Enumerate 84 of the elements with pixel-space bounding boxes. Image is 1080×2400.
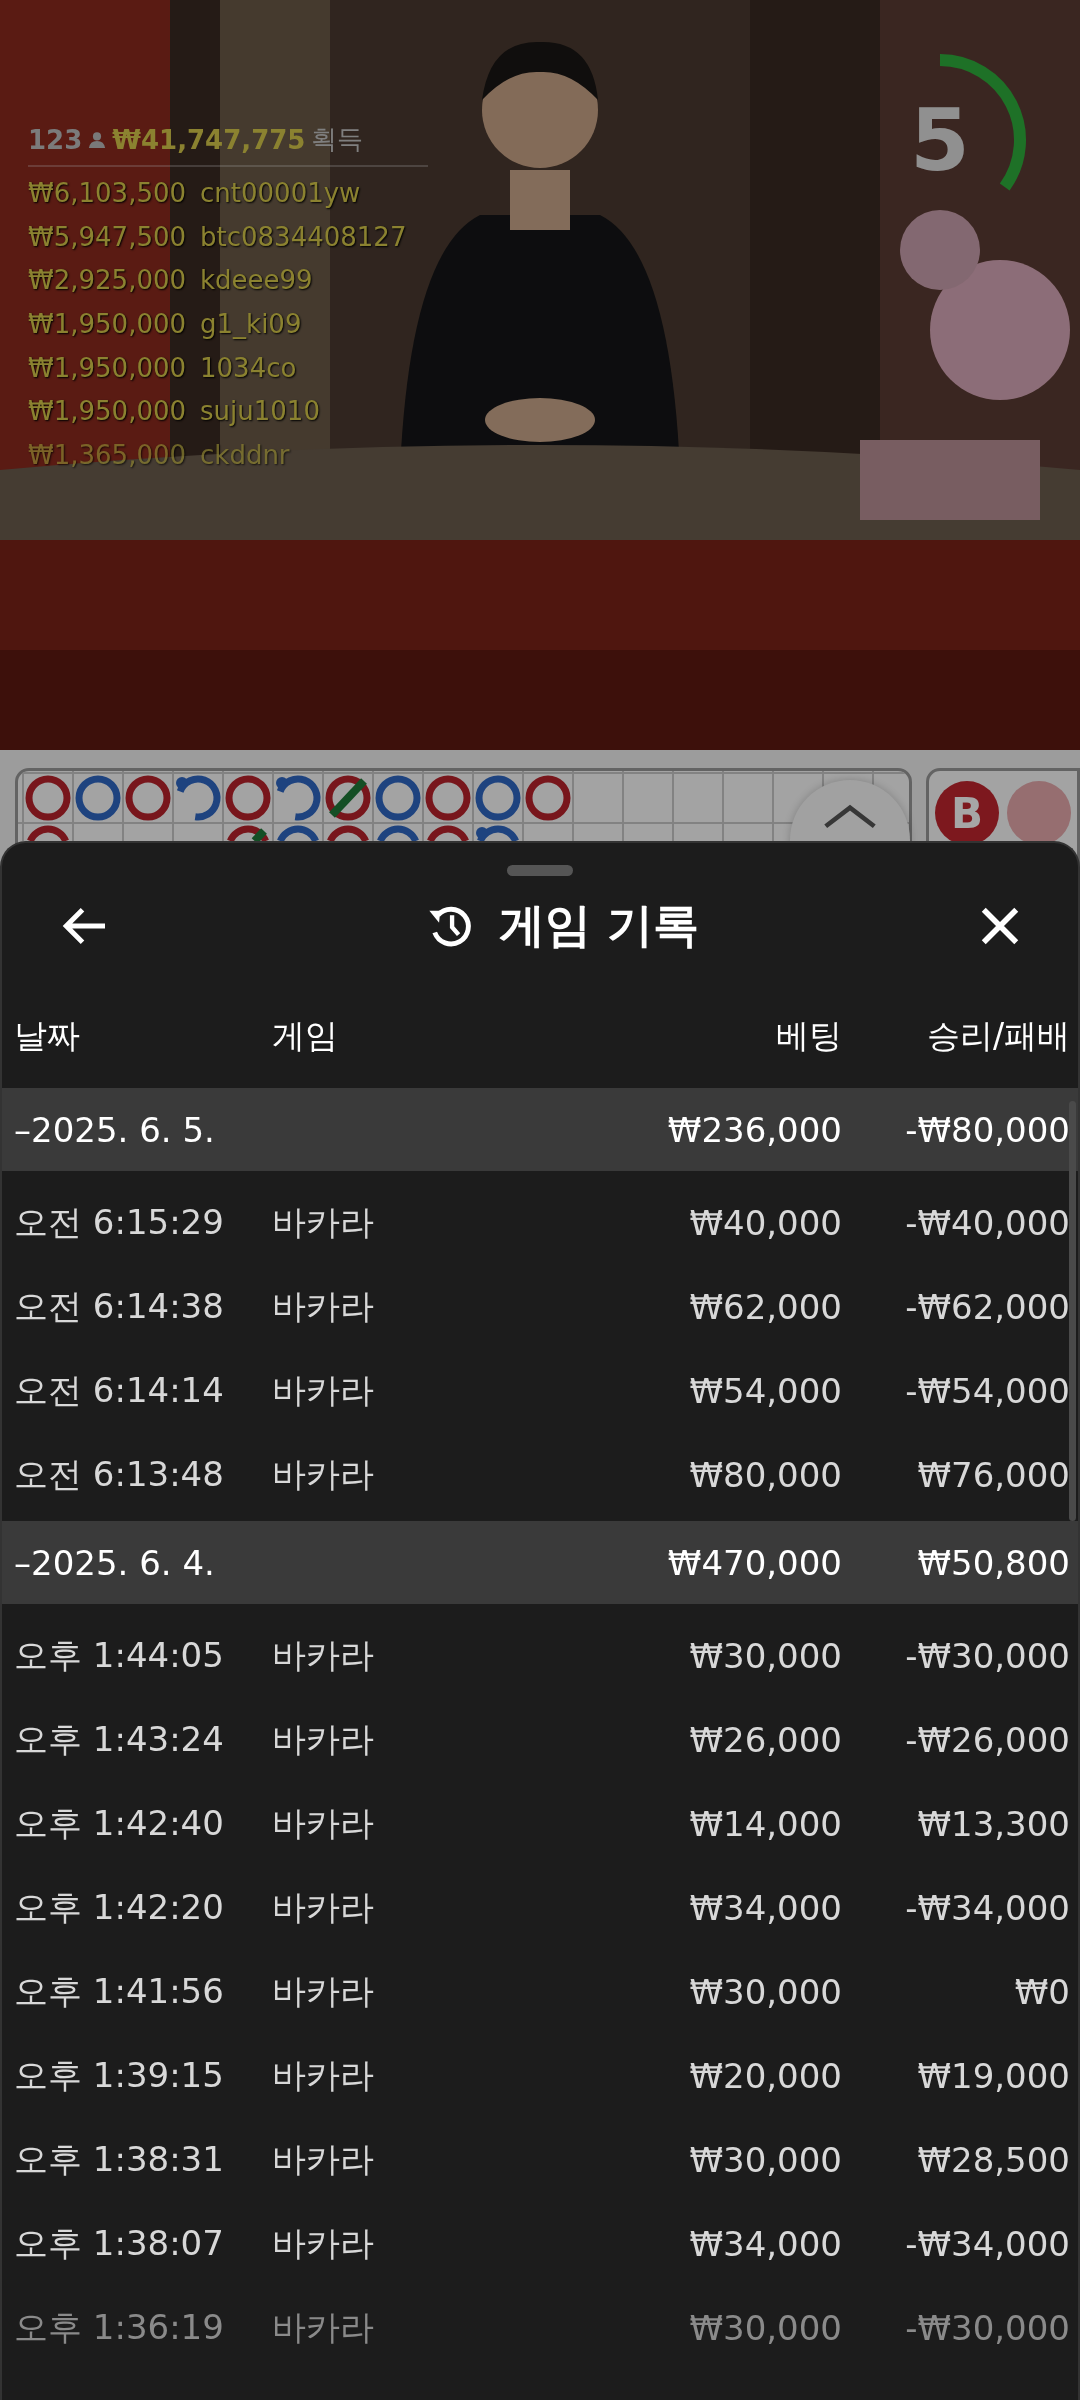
bet-cell-text: ₩30,000 [688,2308,842,2348]
column-header: 게임 [272,1014,339,1057]
winner-amount: ₩6,103,500 [28,177,187,208]
result-cell-text: -₩30,000 [904,1636,1070,1676]
result-cell-text: ₩13,300 [916,1804,1070,1844]
time-cell-text: 오후 1:41:56 [14,1970,225,2013]
game-cell-text: 바카라 [272,1718,375,1761]
winner-name: cnt00001yw [200,177,361,208]
time-cell-text: 오후 1:43:24 [14,1718,225,1761]
bet-total: ₩236,000 [666,1109,842,1150]
time-cell-text: 오후 1:36:19 [14,2306,225,2349]
date-cell-text: –2025. 6. 4. [14,1542,216,1583]
game-cell-text: 바카라 [272,2222,375,2265]
bet-cell-text: ₩62,000 [688,1287,842,1327]
bet-cell-text: ₩30,000 [688,1636,842,1676]
winner-amount: ₩5,947,500 [28,221,187,252]
time-cell-text: 오후 1:39:15 [14,2054,225,2097]
time-cell-text: 오후 1:38:31 [14,2138,225,2181]
time-cell-text: 오전 6:13:48 [14,1453,225,1496]
game-cell-text: 바카라 [272,1453,375,1496]
time-cell-text: 오전 6:15:29 [14,1201,225,1244]
game-cell-text: 바카라 [272,2138,375,2181]
bet-cell-text: ₩14,000 [688,1804,842,1844]
winner-name: ckddnr [200,439,290,470]
game-cell-text: 바카라 [272,1970,375,2013]
column-header: 날짜 [14,1014,81,1057]
game-cell-text: 바카라 [272,1886,375,1929]
result-cell-text: ₩28,500 [916,2140,1070,2180]
winner-name: g1_ki09 [200,308,302,339]
time-cell-text: 오후 1:44:05 [14,1634,225,1677]
date-cell-text: –2025. 6. 5. [14,1109,216,1150]
total-winnings: ₩41,747,775 [112,124,306,155]
column-header: 베팅 [775,1014,842,1057]
winner-name: 1034co [200,352,297,383]
game-cell-text: 바카라 [272,1634,375,1677]
bet-total: ₩470,000 [666,1542,842,1583]
winnings-label: 획득 [311,123,364,156]
winner-amount: ₩1,950,000 [28,308,187,339]
result-cell-text: ₩19,000 [916,2056,1070,2096]
game-cell-text: 바카라 [272,2306,375,2349]
game-cell-text: 바카라 [272,1802,375,1845]
bet-cell-text: ₩54,000 [688,1371,842,1411]
result-total: -₩80,000 [904,1109,1070,1150]
player-count: 123 [28,124,83,155]
game-cell-text: 바카라 [272,2054,375,2097]
bet-cell-text: ₩20,000 [688,2056,842,2096]
bet-cell-text: ₩26,000 [688,1720,842,1760]
drag-handle[interactable] [507,865,573,876]
result-cell-text: -₩30,000 [904,2308,1070,2348]
column-header: 승리/패배 [925,1014,1070,1057]
result-cell-text: -₩62,000 [904,1287,1070,1327]
winner-name: suju1010 [200,396,320,427]
bet-cell-text: ₩80,000 [688,1455,842,1495]
winner-amount: ₩1,365,000 [28,439,187,470]
result-total: ₩50,800 [916,1542,1070,1583]
result-cell-text: ₩0 [1013,1972,1070,2012]
game-cell-text: 바카라 [272,1201,375,1244]
time-cell-text: 오후 1:42:40 [14,1802,225,1845]
result-cell-text: -₩34,000 [904,1888,1070,1928]
winner-amount: ₩2,925,000 [28,265,187,296]
result-cell-text: -₩34,000 [904,2224,1070,2264]
game-cell-text: 바카라 [272,1285,375,1328]
bet-cell-text: ₩40,000 [688,1203,842,1243]
sheet-title: 게임 기록 [499,897,700,954]
result-cell-text: ₩76,000 [916,1455,1070,1495]
time-cell-text: 오후 1:42:20 [14,1886,225,1929]
time-cell-text: 오후 1:38:07 [14,2222,225,2265]
countdown-number: 5 [910,90,970,190]
time-cell-text: 오전 6:14:38 [14,1285,225,1328]
bet-cell-text: ₩34,000 [688,1888,842,1928]
result-cell-text: -₩40,000 [904,1203,1070,1243]
winner-amount: ₩1,950,000 [28,396,187,427]
bet-cell-text: ₩30,000 [688,1972,842,2012]
winner-name: btc0834408127 [200,221,407,252]
result-cell-text: -₩26,000 [904,1720,1070,1760]
time-cell-text: 오전 6:14:14 [14,1369,225,1412]
winner-amount: ₩1,950,000 [28,352,187,383]
bet-cell-text: ₩34,000 [688,2224,842,2264]
chevron-up-icon [822,802,878,830]
game-cell-text: 바카라 [272,1369,375,1412]
result-cell-text: -₩54,000 [904,1371,1070,1411]
bet-cell-text: ₩30,000 [688,2140,842,2180]
person-icon [88,130,107,149]
winner-name: kdeee99 [200,265,313,296]
